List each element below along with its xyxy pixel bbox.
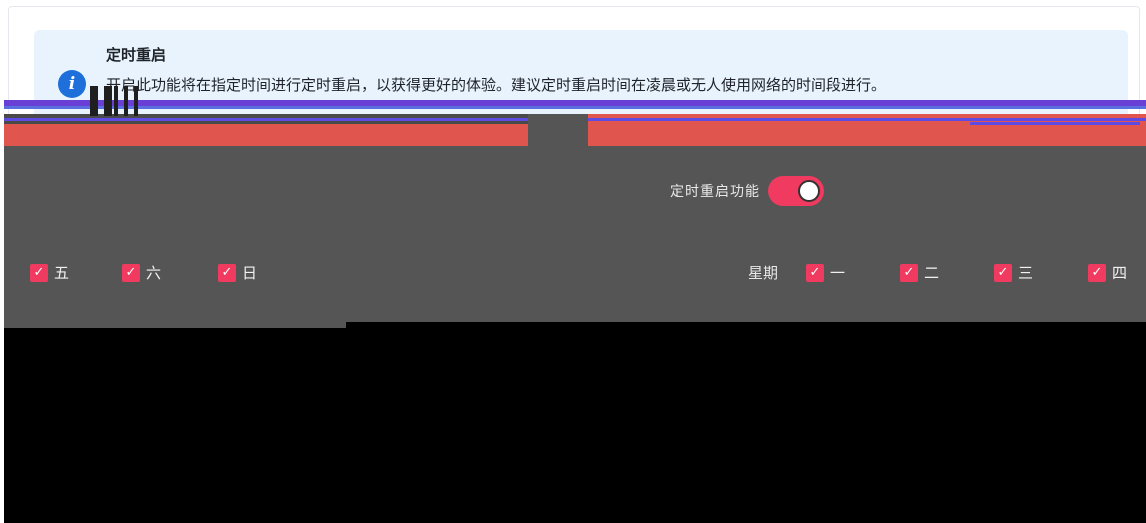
day-checkbox-sun[interactable]: ✓ 日 [218,262,257,283]
day-label: 六 [146,264,162,282]
check-icon: ✓ [218,263,236,282]
toggle-label: 定时重启功能 [670,184,760,200]
glitch-stripe [588,118,1146,121]
day-label: 二 [924,264,940,282]
check-icon: ✓ [806,263,824,282]
check-icon: ✓ [994,263,1012,282]
check-icon: ✓ [1088,263,1106,282]
day-checkbox-fri[interactable]: ✓ 五 [30,262,69,283]
day-label: 四 [1112,264,1128,282]
day-checkbox-wed[interactable]: ✓ 三 [994,262,1033,283]
day-checkbox-mon[interactable]: ✓ 一 [806,262,845,283]
info-icon: i [58,70,86,98]
check-icon: ✓ [30,263,48,282]
scheduled-reboot-toggle-row: 定时重启功能 [670,176,824,206]
day-label: 一 [830,264,846,282]
day-checkbox-thu[interactable]: ✓ 四 [1088,262,1127,283]
day-label: 日 [242,264,258,282]
day-label: 五 [54,264,70,282]
weekday-prefix: 星期 [748,264,779,282]
check-icon: ✓ [900,263,918,282]
glitch-stripe [970,122,1140,125]
day-checkbox-sat[interactable]: ✓ 六 [122,262,161,283]
notice-text: 开启此功能将在指定时间进行定时重启，以获得更好的体验。建议定时重启时间在凌晨或无… [106,76,887,94]
reboot-switch[interactable] [768,176,824,206]
day-checkbox-tue[interactable]: ✓ 二 [900,262,939,283]
check-icon: ✓ [122,263,140,282]
glitch-stripe [4,106,1146,109]
glitch-overlay [4,114,1146,328]
notice-title: 定时重启 [106,46,167,64]
glitch-stripe [4,118,528,121]
day-label: 三 [1018,264,1034,282]
glitch-band [528,114,588,146]
black-region [4,328,1146,523]
switch-knob [798,180,820,202]
